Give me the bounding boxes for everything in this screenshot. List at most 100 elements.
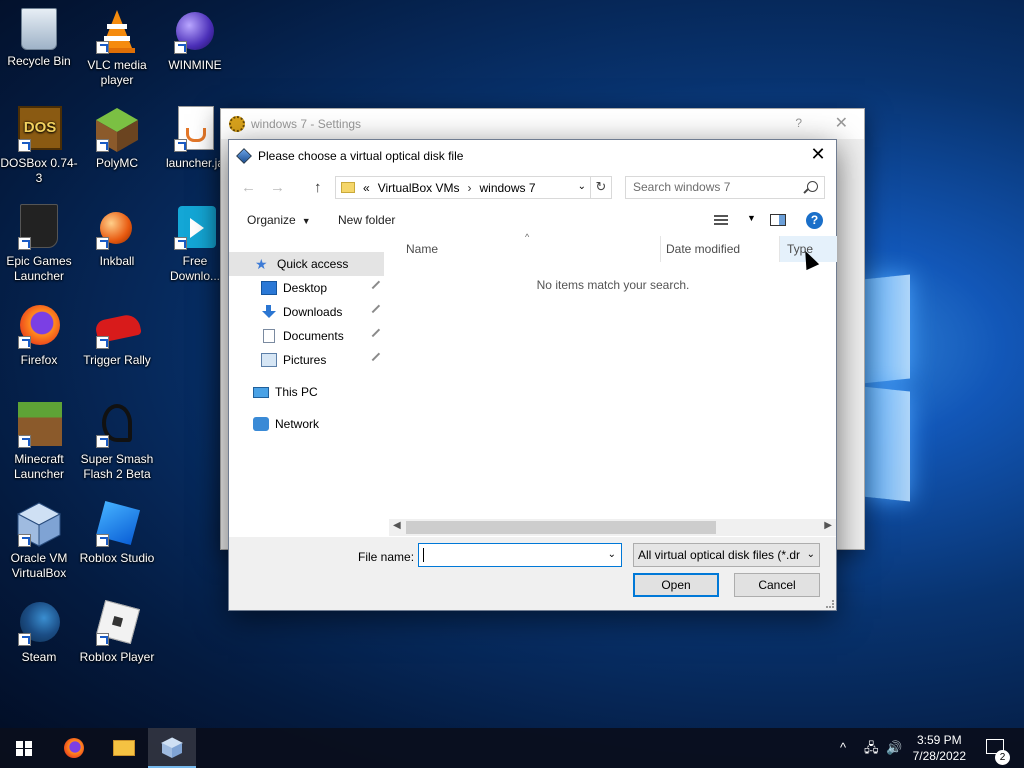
- desktop-icon-roblox-studio[interactable]: Roblox Studio: [78, 500, 156, 566]
- settings-titlebar[interactable]: windows 7 - Settings ? ✕: [221, 109, 864, 139]
- column-divider[interactable]: [660, 236, 661, 262]
- view-options-button[interactable]: ▼: [714, 213, 756, 227]
- pin-icon: [371, 352, 385, 366]
- taskbar-virtualbox[interactable]: [148, 728, 196, 768]
- help-button[interactable]: ?: [806, 212, 823, 229]
- taskbar-file-explorer[interactable]: [99, 728, 147, 768]
- desktop-icon-label: Roblox Player: [79, 650, 155, 664]
- address-bar[interactable]: « VirtualBox VMs › windows 7 ⌄ ↻: [335, 176, 612, 199]
- desktop-icon-label: Recycle Bin: [7, 54, 71, 68]
- nav-item-quick-access[interactable]: ★ Quick access: [229, 252, 384, 276]
- desktop-icon-polymc[interactable]: PolyMC: [78, 106, 156, 171]
- desktop-icon-steam[interactable]: Steam: [0, 600, 78, 665]
- nav-item-this-pc[interactable]: This PC: [229, 380, 384, 404]
- desktop-icon-label: Epic Games Launcher: [6, 254, 72, 283]
- close-button[interactable]: ✕: [835, 113, 848, 133]
- desktop-icon-winmine[interactable]: WINMINE: [156, 8, 234, 73]
- pictures-icon: [261, 353, 277, 367]
- chevron-down-icon: ⌄: [803, 544, 815, 566]
- horizontal-scrollbar[interactable]: ◀ ▶: [389, 519, 836, 536]
- taskbar-firefox[interactable]: [50, 728, 98, 768]
- desktop-icon-inkball[interactable]: Inkball: [78, 204, 156, 269]
- virtualbox-icon: [236, 147, 252, 164]
- nav-item-downloads[interactable]: Downloads: [229, 300, 385, 324]
- nav-item-pictures[interactable]: Pictures: [229, 348, 385, 372]
- desktop-icon-label: DOSBox 0.74-3: [0, 156, 78, 185]
- tray-overflow-chevron[interactable]: ^: [840, 728, 846, 768]
- desktop-icon-vlc[interactable]: VLC media player: [78, 8, 156, 88]
- column-date-modified[interactable]: Date modified: [666, 242, 740, 256]
- scrollbar-thumb[interactable]: [406, 521, 716, 534]
- caret-down-icon: ▼: [747, 213, 756, 223]
- forward-button[interactable]: →: [270, 179, 285, 196]
- dialog-title: Please choose a virtual optical disk fil…: [258, 148, 464, 163]
- desktop-icon-minecraft[interactable]: Minecraft Launcher: [0, 402, 78, 482]
- search-icon: [807, 181, 818, 192]
- folder-icon: [113, 740, 135, 756]
- help-button[interactable]: ?: [795, 116, 802, 130]
- dialog-titlebar[interactable]: Please choose a virtual optical disk fil…: [229, 140, 836, 171]
- mine-icon: [172, 8, 218, 54]
- desktop-icon-label: Steam: [21, 650, 57, 664]
- cancel-button[interactable]: Cancel: [734, 573, 820, 597]
- roblox-studio-icon: [94, 500, 141, 547]
- open-button[interactable]: Open: [633, 573, 719, 597]
- refresh-button[interactable]: ↻: [590, 177, 611, 198]
- back-button[interactable]: ←: [241, 179, 256, 196]
- new-folder-button[interactable]: New folder: [338, 213, 395, 227]
- volume-icon[interactable]: 🔊: [886, 728, 902, 768]
- navigation-pane: ★ Quick access Desktop Downloads Documen…: [229, 248, 387, 538]
- desktop-icon-label: WINMINE: [168, 58, 222, 72]
- organize-button[interactable]: Organize ▼: [247, 213, 311, 227]
- clock[interactable]: 3:59 PM 7/28/2022: [913, 732, 966, 764]
- epic-games-icon: [16, 204, 62, 250]
- desktop-icon-firefox[interactable]: Firefox: [0, 303, 78, 368]
- chevron-down-icon[interactable]: ⌄: [608, 549, 616, 560]
- text-cursor: [423, 548, 424, 562]
- computer-icon: [253, 386, 269, 398]
- scroll-right-icon[interactable]: ▶: [824, 520, 832, 531]
- star-icon: ★: [255, 256, 268, 272]
- address-prefix[interactable]: «: [363, 181, 370, 195]
- desktop-icon-label: Roblox Studio: [79, 551, 155, 565]
- scroll-left-icon[interactable]: ◀: [393, 520, 401, 531]
- desktop-icon-trigger-rally[interactable]: Trigger Rally: [78, 303, 156, 368]
- desktop-icon-recycle-bin[interactable]: Recycle Bin: [0, 8, 78, 69]
- desktop-icon-label: Oracle VM VirtualBox: [10, 551, 68, 580]
- desktop-icon-roblox-player[interactable]: Roblox Player: [78, 599, 156, 665]
- vlc-cone-icon: [94, 8, 140, 54]
- column-divider[interactable]: [779, 236, 780, 262]
- network-icon[interactable]: 🖧: [864, 728, 879, 768]
- desktop-icon-epic-games[interactable]: Epic Games Launcher: [0, 204, 78, 284]
- resize-grip[interactable]: [826, 600, 834, 608]
- file-type-filter-select[interactable]: All virtual optical disk files (*.dr ⌄: [633, 543, 820, 567]
- preview-pane-button[interactable]: [770, 214, 786, 226]
- chevron-down-icon[interactable]: ⌄: [578, 181, 586, 192]
- breadcrumb-segment[interactable]: VirtualBox VMs: [378, 181, 460, 195]
- settings-title: windows 7 - Settings: [251, 117, 362, 131]
- desktop-icon-label: Firefox: [20, 353, 58, 367]
- rally-car-icon: [94, 303, 142, 349]
- minecraft-grass-icon: [16, 402, 62, 448]
- desktop-icon-dosbox[interactable]: DOS DOSBox 0.74-3: [0, 106, 78, 186]
- inkball-icon: [94, 204, 140, 250]
- steam-icon: [16, 600, 62, 646]
- desktop-icon-super-smash-flash[interactable]: Super Smash Flash 2 Beta: [78, 402, 156, 482]
- desktop-icon-label: Minecraft Launcher: [13, 452, 65, 481]
- chevron-right-icon: ›: [467, 180, 472, 195]
- nav-item-desktop[interactable]: Desktop: [229, 276, 385, 300]
- start-button[interactable]: [0, 728, 48, 768]
- firefox-icon: [64, 738, 84, 758]
- up-button[interactable]: ↑: [314, 179, 322, 196]
- search-placeholder: Search windows 7: [633, 180, 731, 194]
- close-button[interactable]: ✕: [808, 145, 828, 163]
- file-list-header: ^ Name Date modified Type: [389, 232, 836, 262]
- search-input[interactable]: Search windows 7: [625, 176, 825, 199]
- nav-item-network[interactable]: Network: [229, 412, 384, 436]
- desktop-icon-virtualbox[interactable]: Oracle VM VirtualBox: [0, 501, 78, 581]
- column-name[interactable]: Name: [406, 242, 438, 256]
- breadcrumb-segment[interactable]: windows 7: [480, 181, 536, 195]
- file-name-input[interactable]: ⌄: [418, 543, 622, 567]
- nav-item-documents[interactable]: Documents: [229, 324, 385, 348]
- recycle-bin-icon: [21, 8, 57, 50]
